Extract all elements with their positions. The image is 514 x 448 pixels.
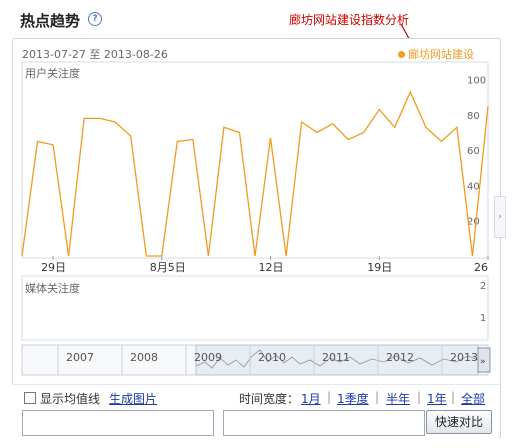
data-point[interactable]	[455, 126, 458, 129]
data-point[interactable]	[129, 135, 132, 138]
lower-panel-label: 媒体关注度	[25, 281, 80, 295]
data-point[interactable]	[98, 117, 101, 120]
lower-tick-2: 2	[480, 281, 486, 292]
timeline-year-label: 2013	[450, 351, 478, 364]
timeline-year-label: 2010	[258, 351, 286, 364]
upper-panel-label: 用户关注度	[25, 66, 80, 80]
data-point[interactable]	[145, 255, 148, 258]
data-point[interactable]	[409, 90, 412, 93]
range-separator: |	[327, 390, 332, 404]
keyword-input-2[interactable]	[223, 410, 425, 436]
range-separator: |	[417, 390, 422, 404]
data-point[interactable]	[300, 120, 303, 123]
timeline-year-label: 2007	[66, 351, 94, 364]
range-half-year[interactable]: 半年	[386, 390, 410, 407]
x-tick-label: 12日	[259, 261, 284, 274]
data-point[interactable]	[207, 255, 210, 258]
data-point[interactable]	[440, 140, 443, 143]
show-average-checkbox[interactable]	[24, 392, 36, 404]
data-point[interactable]	[269, 136, 272, 139]
x-tick-label: 8月5日	[150, 261, 186, 274]
data-point[interactable]	[362, 131, 365, 134]
trend-chart: 用户关注度 20406080100 29日 8月5日 12日 19日 26 媒体关注度 …	[21, 61, 491, 376]
y-tick-label: 80	[467, 111, 480, 122]
timeline-handle-arrows-icon: »	[480, 357, 486, 367]
timeline-year-label: 2009	[194, 351, 222, 364]
timeline-year-label: 2011	[322, 351, 350, 364]
quick-compare-button[interactable]: 快速对比	[426, 410, 492, 434]
data-point[interactable]	[191, 138, 194, 141]
data-point[interactable]	[285, 255, 288, 258]
data-point[interactable]	[471, 255, 474, 258]
data-point[interactable]	[83, 117, 86, 120]
time-range-label: 时间宽度：	[239, 392, 300, 406]
y-tick-label: 40	[467, 181, 480, 192]
lower-plot-frame	[21, 275, 489, 341]
data-point[interactable]	[378, 108, 381, 111]
range-1-quarter[interactable]: 1季度	[337, 390, 369, 407]
x-tick-label: 29日	[41, 261, 66, 274]
y-tick-label: 60	[467, 146, 480, 157]
data-point[interactable]	[347, 138, 350, 141]
data-point[interactable]	[331, 122, 334, 125]
keyword-input-1[interactable]	[22, 410, 214, 436]
data-point[interactable]	[160, 255, 163, 258]
data-point[interactable]	[222, 126, 225, 129]
data-point[interactable]	[176, 140, 179, 143]
data-point[interactable]	[424, 126, 427, 129]
data-point[interactable]	[21, 255, 24, 258]
range-1-year[interactable]: 1年	[427, 390, 447, 407]
lower-tick-1: 1	[480, 313, 486, 324]
x-tick-label: 26	[474, 261, 488, 274]
data-point[interactable]	[254, 255, 257, 258]
data-point[interactable]	[114, 120, 117, 123]
data-point[interactable]	[393, 126, 396, 129]
chart-next-arrow-icon[interactable]: ›	[494, 196, 506, 238]
data-point[interactable]	[316, 131, 319, 134]
data-point[interactable]	[238, 131, 241, 134]
timeline-year-label: 2012	[386, 351, 414, 364]
upper-plot-frame	[21, 61, 489, 259]
data-point[interactable]	[67, 255, 70, 258]
range-separator: |	[375, 390, 380, 404]
range-separator: |	[451, 390, 456, 404]
range-all[interactable]: 全部	[461, 390, 485, 407]
x-tick-label: 19日	[367, 261, 392, 274]
show-average-label: 显示均值线	[40, 392, 101, 406]
y-tick-label: 100	[467, 76, 486, 87]
timeline-year-label: 2008	[130, 351, 158, 364]
data-point[interactable]	[52, 143, 55, 146]
data-point[interactable]	[36, 140, 39, 143]
range-1-month[interactable]: 1月	[301, 390, 321, 407]
data-point[interactable]	[487, 105, 490, 108]
generate-image-link[interactable]: 生成图片	[109, 390, 157, 407]
